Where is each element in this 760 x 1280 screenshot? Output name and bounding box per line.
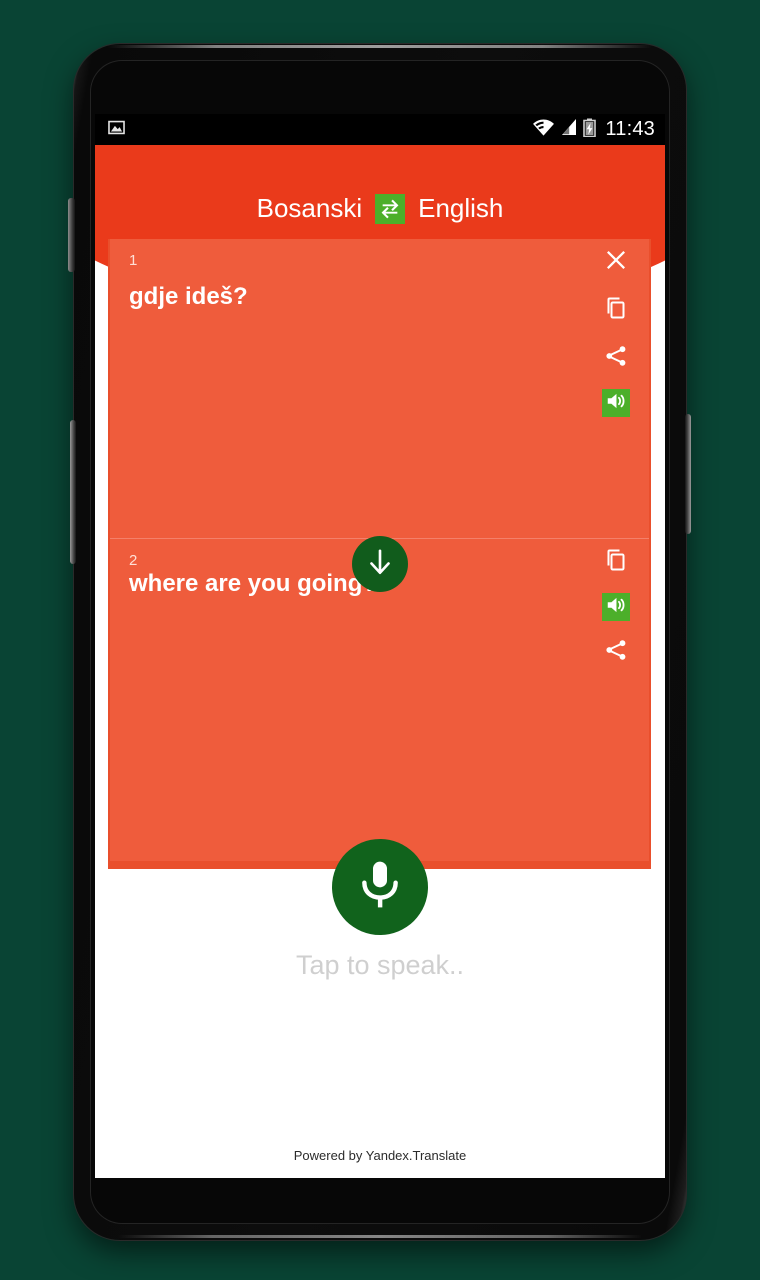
speak-button[interactable] <box>602 593 630 621</box>
power-button-left[interactable] <box>70 420 76 564</box>
source-text: gdje ideš? <box>129 283 248 310</box>
card-index: 1 <box>129 252 138 269</box>
speak-button[interactable] <box>602 389 630 417</box>
speaker-icon <box>605 390 627 417</box>
arrow-down-icon <box>365 547 395 582</box>
target-text: where are you going? <box>129 570 378 597</box>
status-bar-clock: 11:43 <box>605 118 655 140</box>
wifi-icon <box>532 118 555 142</box>
source-card-actions <box>593 245 639 417</box>
close-button[interactable] <box>599 245 633 279</box>
powered-by-label: Powered by Yandex.Translate <box>293 1148 467 1163</box>
card-index: 2 <box>129 552 138 569</box>
cellular-signal-icon <box>561 118 577 141</box>
battery-charging-icon <box>583 118 597 142</box>
app-content: Bosanski English 1 gdje ideš? 2 where ar… <box>95 145 665 1178</box>
image-icon <box>107 118 126 142</box>
volume-rocker-button[interactable] <box>68 198 75 272</box>
share-icon <box>604 344 628 373</box>
copy-button[interactable] <box>599 545 633 579</box>
swap-horizontal-icon <box>379 198 401 220</box>
speaker-icon <box>605 594 627 621</box>
swap-languages-button[interactable] <box>375 193 406 224</box>
status-bar-left-icons <box>107 118 126 142</box>
share-button[interactable] <box>599 635 633 669</box>
translation-card-source[interactable]: 1 gdje ideš? <box>110 239 649 538</box>
copy-icon <box>604 296 628 325</box>
phone-screen: 11:43 Bosanski English 1 gdje ideš? 2 wh… <box>95 114 665 1178</box>
target-card-actions <box>593 545 639 669</box>
microphone-icon <box>352 857 408 918</box>
microphone-button[interactable] <box>332 839 428 935</box>
copy-button[interactable] <box>599 293 633 327</box>
language-selector-bar: Bosanski English <box>95 193 665 224</box>
share-button[interactable] <box>599 341 633 375</box>
source-language-label[interactable]: Bosanski <box>257 193 363 224</box>
power-button-right[interactable] <box>685 414 691 534</box>
status-bar-right-icons: 11:43 <box>532 118 655 142</box>
target-language-label[interactable]: English <box>418 193 503 224</box>
close-icon <box>604 248 628 277</box>
status-bar: 11:43 <box>95 114 665 145</box>
share-icon <box>604 638 628 667</box>
swap-direction-button[interactable] <box>352 536 408 592</box>
tap-to-speak-hint: Tap to speak.. <box>295 950 465 980</box>
copy-icon <box>604 548 628 577</box>
